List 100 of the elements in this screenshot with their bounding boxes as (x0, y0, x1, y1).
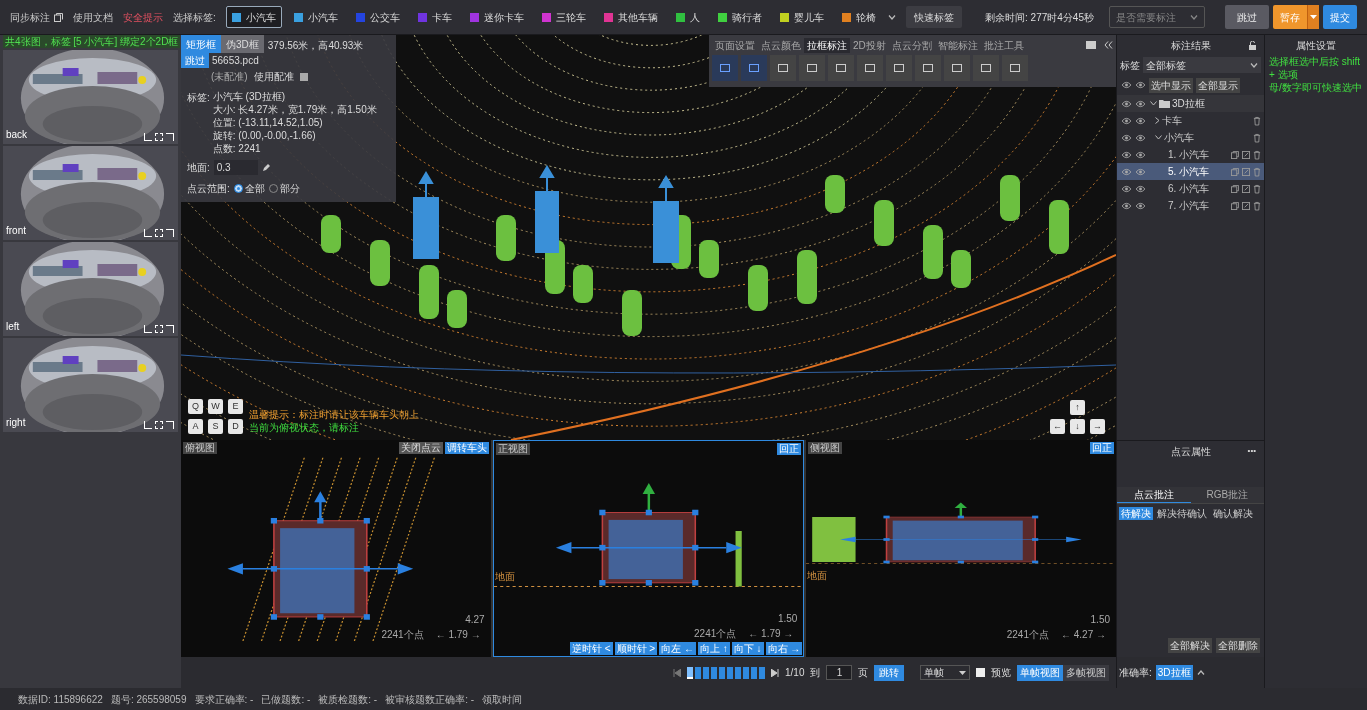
tool-tab[interactable]: 2D投射 (850, 37, 889, 53)
chevron-icon[interactable] (887, 14, 896, 20)
tool-button[interactable] (886, 55, 912, 81)
dropdown-button[interactable] (1307, 5, 1319, 29)
eye-icon[interactable] (1135, 81, 1146, 89)
trash-icon[interactable] (1253, 200, 1261, 211)
arrow-key[interactable]: → (1090, 419, 1105, 434)
view-mode-tab[interactable]: 多帧视图 (1063, 664, 1110, 681)
tree-row[interactable]: 卡车 (1117, 112, 1264, 129)
trash-icon[interactable] (1253, 115, 1261, 126)
tree-row[interactable]: 1. 小汽车 (1117, 146, 1264, 163)
eye-icon[interactable] (1121, 150, 1132, 159)
move-button[interactable]: 逆时针 < (569, 642, 613, 655)
edit-icon[interactable] (1242, 167, 1250, 176)
shrink-icon[interactable] (144, 133, 152, 141)
tag-option[interactable]: 小汽车 (225, 6, 282, 28)
tag-option[interactable]: 小汽车 (287, 6, 344, 28)
status-filter[interactable]: 解决待确认 (1155, 507, 1209, 520)
show-button[interactable]: 全部显示 (1196, 77, 1240, 93)
edit-icon[interactable] (1242, 201, 1250, 210)
chevron-icon[interactable] (1250, 62, 1258, 68)
docs-link[interactable]: 使用文档 (73, 9, 113, 25)
eye-icon[interactable] (1135, 201, 1146, 210)
eye-icon[interactable] (1121, 81, 1132, 89)
key-button[interactable]: Q (188, 399, 203, 414)
tag-option[interactable]: 迷你卡车 (463, 6, 530, 28)
tool-button[interactable] (857, 55, 883, 81)
eye-icon[interactable] (1121, 201, 1132, 210)
copy-icon[interactable] (1231, 184, 1239, 193)
eye-icon[interactable] (1121, 116, 1132, 125)
caret-icon[interactable] (959, 670, 967, 675)
submit-button[interactable]: 提交 (1323, 5, 1357, 29)
bulk-action-button[interactable]: 全部删除 (1216, 638, 1260, 653)
eye-icon[interactable] (1135, 150, 1146, 159)
bulk-action-button[interactable]: 全部解决 (1168, 638, 1212, 653)
tree-row[interactable]: 6. 小汽车 (1117, 180, 1264, 197)
tag-filter-select[interactable]: 全部标签 (1143, 57, 1261, 73)
eye-icon[interactable] (1121, 99, 1132, 108)
move-button[interactable]: 向右 → (765, 642, 803, 655)
need-label-select[interactable]: 是否需要标注 (1109, 6, 1205, 28)
edit-icon[interactable] (1242, 184, 1250, 193)
tool-button[interactable] (712, 55, 738, 81)
tag-option[interactable]: 轮椅 (835, 6, 882, 28)
shrink-icon[interactable] (144, 421, 152, 429)
lock-icon[interactable] (1249, 40, 1256, 50)
tag-option[interactable]: 骑行者 (711, 6, 768, 28)
caret-icon[interactable] (1155, 117, 1160, 124)
tree-row[interactable]: 7. 小汽车 (1117, 197, 1264, 214)
eye-icon[interactable] (1135, 133, 1146, 142)
range-radio[interactable]: 全部 (233, 181, 265, 196)
tool-button[interactable] (973, 55, 999, 81)
caret-icon[interactable] (1150, 101, 1157, 106)
caret-icon[interactable] (1196, 670, 1205, 675)
tag-option[interactable]: 人 (669, 6, 706, 28)
tool-tab[interactable]: 智能标注 (934, 37, 981, 53)
tag-option[interactable]: 卡车 (411, 6, 458, 28)
arrow-key[interactable]: ↑ (1070, 400, 1085, 415)
skip-button[interactable]: 跳过 (181, 53, 209, 68)
eye-icon[interactable] (1135, 167, 1146, 176)
fullscreen-icon[interactable] (155, 421, 163, 429)
shape-tab[interactable]: 伪3D框 (221, 35, 264, 53)
tool-button[interactable] (828, 55, 854, 81)
tag-option[interactable]: 婴儿车 (773, 6, 830, 28)
tool-tab[interactable]: 页面设置 (712, 37, 758, 53)
first-frame-icon[interactable] (673, 668, 681, 677)
tool-tab[interactable]: 点云分割 (888, 37, 935, 53)
arrow-key[interactable]: ← (1050, 419, 1065, 434)
copy-icon[interactable] (1231, 201, 1239, 210)
eye-icon[interactable] (1135, 184, 1146, 193)
move-button[interactable]: 向左 ← (659, 642, 696, 655)
eye-icon[interactable] (1135, 116, 1146, 125)
tool-button[interactable] (915, 55, 941, 81)
status-filter[interactable]: 待解决 (1119, 507, 1153, 520)
trash-icon[interactable] (1253, 132, 1261, 143)
show-button[interactable]: 选中显示 (1149, 77, 1193, 93)
quick-tag-button[interactable]: 快速标签 (905, 6, 962, 28)
key-button[interactable]: E (228, 399, 243, 414)
last-frame-icon[interactable] (771, 668, 779, 677)
eye-icon[interactable] (1135, 99, 1146, 108)
crop-icon[interactable] (166, 229, 174, 237)
tool-tab[interactable]: 拉框标注 (804, 37, 850, 53)
tag-option[interactable]: 其他车辆 (597, 6, 664, 28)
frame-mode-select[interactable]: 单帧 (920, 665, 971, 680)
tool-button[interactable] (1002, 55, 1028, 81)
crop-icon[interactable] (166, 133, 174, 141)
shape-tab[interactable]: 矩形框 (181, 35, 221, 53)
page-field[interactable]: 1 (826, 665, 853, 680)
move-button[interactable]: 向下 ↓ (731, 642, 764, 655)
pencil-icon[interactable] (261, 163, 271, 172)
safety-link[interactable]: 安全提示 (123, 9, 163, 25)
trash-icon[interactable] (1253, 149, 1261, 160)
fullscreen-icon[interactable] (155, 133, 163, 141)
eye-icon[interactable] (1121, 184, 1132, 193)
eye-icon[interactable] (1121, 167, 1132, 176)
annotation-tab[interactable]: 点云批注 (1117, 487, 1191, 503)
crop-icon[interactable] (166, 421, 174, 429)
key-button[interactable]: D (228, 419, 243, 434)
sync-link[interactable]: 同步标注 (10, 9, 63, 25)
eye-icon[interactable] (1121, 133, 1132, 142)
tree-row[interactable]: 小汽车 (1117, 129, 1264, 146)
